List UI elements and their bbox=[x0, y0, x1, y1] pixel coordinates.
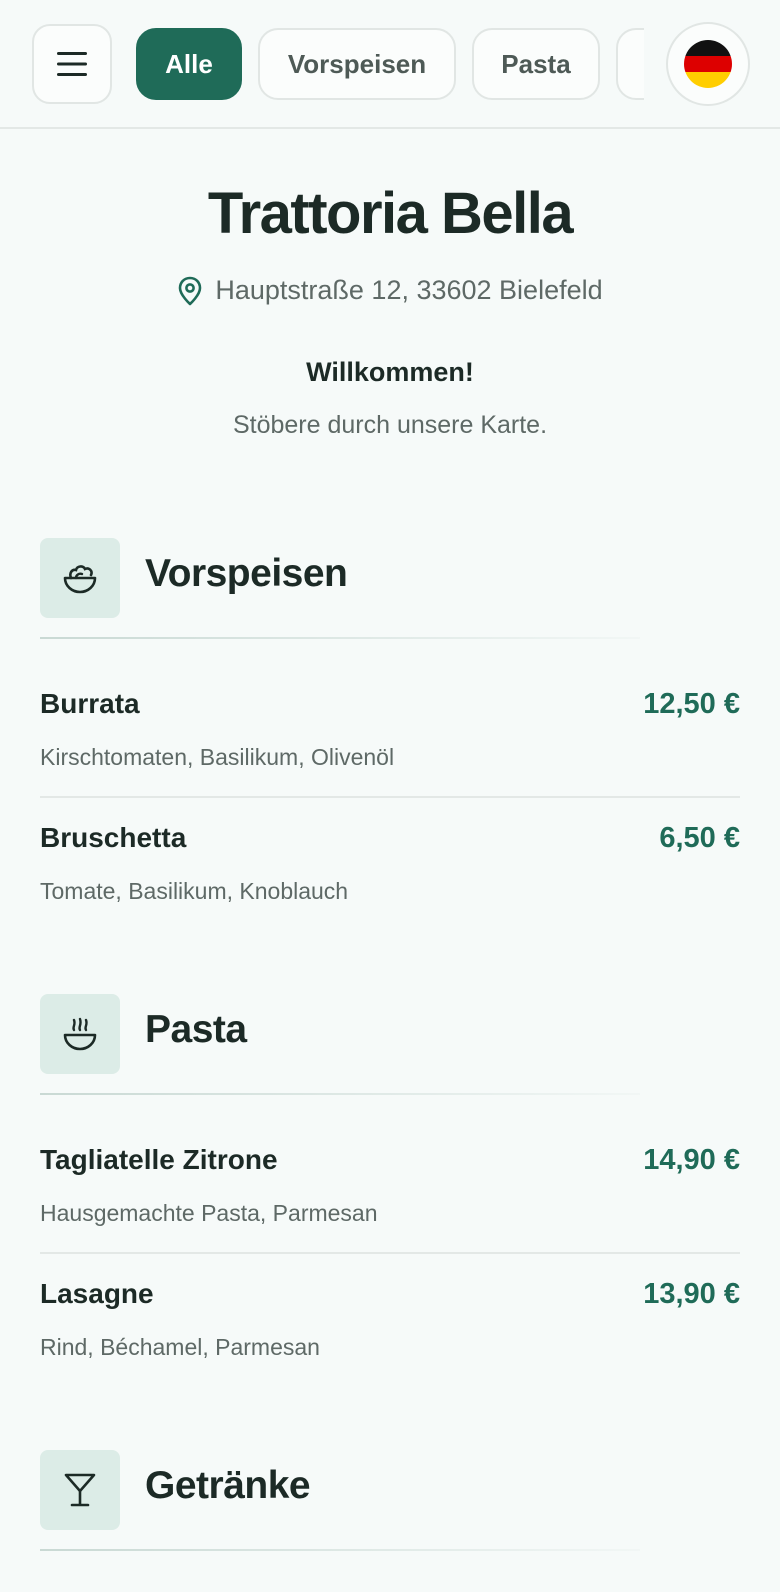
section-title: Getränke bbox=[145, 1464, 311, 1507]
tab-vorspeisen[interactable]: Vorspeisen bbox=[258, 28, 456, 100]
category-tabs: Alle Vorspeisen Pasta bbox=[136, 28, 644, 102]
steaming-bowl-icon bbox=[63, 1017, 97, 1051]
tab-pasta[interactable]: Pasta bbox=[472, 28, 600, 100]
menu-button[interactable] bbox=[32, 24, 112, 104]
restaurant-name: Trattoria Bella bbox=[207, 181, 574, 246]
item-name: Bruschetta bbox=[40, 822, 187, 853]
salad-bowl-icon bbox=[63, 565, 97, 594]
top-bar: Alle Vorspeisen Pasta bbox=[0, 0, 780, 129]
welcome-heading: Willkommen! bbox=[306, 357, 474, 387]
restaurant-address: Hauptstraße 12, 33602 Bielefeld bbox=[0, 275, 780, 306]
section-header-getraenke: Getränke bbox=[40, 1450, 740, 1530]
section-title: Pasta bbox=[145, 1008, 247, 1051]
item-divider bbox=[40, 796, 740, 798]
item-price: 12,50 € bbox=[643, 688, 740, 720]
section-header-pasta: Pasta bbox=[40, 994, 740, 1074]
menu-item[interactable]: Bruschetta 6,50 € Tomate, Basilikum, Kno… bbox=[40, 818, 740, 952]
german-flag-icon bbox=[684, 40, 732, 88]
section-divider bbox=[40, 1093, 640, 1095]
menu-item[interactable]: Lasagne 13,90 € Rind, Béchamel, Parmesan bbox=[40, 1274, 740, 1408]
item-price: 14,90 € bbox=[643, 1144, 740, 1176]
section-divider bbox=[40, 1549, 640, 1551]
item-description: Hausgemachte Pasta, Parmesan bbox=[40, 1200, 378, 1226]
hamburger-menu-icon bbox=[57, 52, 87, 76]
cocktail-glass-icon bbox=[64, 1473, 96, 1507]
section-icon-box bbox=[40, 994, 120, 1074]
tab-alle[interactable]: Alle bbox=[136, 28, 242, 100]
location-pin-icon bbox=[179, 276, 202, 305]
item-name: Lasagne bbox=[40, 1278, 154, 1309]
item-price: 6,50 € bbox=[659, 822, 740, 854]
item-description: Tomate, Basilikum, Knoblauch bbox=[40, 878, 349, 904]
section-icon-box bbox=[40, 538, 120, 618]
item-name: Tagliatelle Zitrone bbox=[40, 1144, 278, 1175]
address-text: Hauptstraße 12, 33602 Bielefeld bbox=[215, 275, 603, 305]
item-description: Rind, Béchamel, Parmesan bbox=[40, 1334, 320, 1360]
item-divider bbox=[40, 1252, 740, 1254]
item-description: Kirschtomaten, Basilikum, Olivenöl bbox=[40, 744, 395, 770]
section-header-vorspeisen: Vorspeisen bbox=[40, 538, 740, 618]
item-price: 13,90 € bbox=[643, 1278, 740, 1310]
item-name: Burrata bbox=[40, 688, 140, 719]
language-button[interactable] bbox=[666, 22, 750, 106]
tab-more[interactable] bbox=[616, 28, 644, 100]
welcome-subtitle: Stöbere durch unsere Karte. bbox=[232, 411, 548, 439]
section-divider bbox=[40, 637, 640, 639]
section-title: Vorspeisen bbox=[145, 552, 348, 595]
section-icon-box bbox=[40, 1450, 120, 1530]
